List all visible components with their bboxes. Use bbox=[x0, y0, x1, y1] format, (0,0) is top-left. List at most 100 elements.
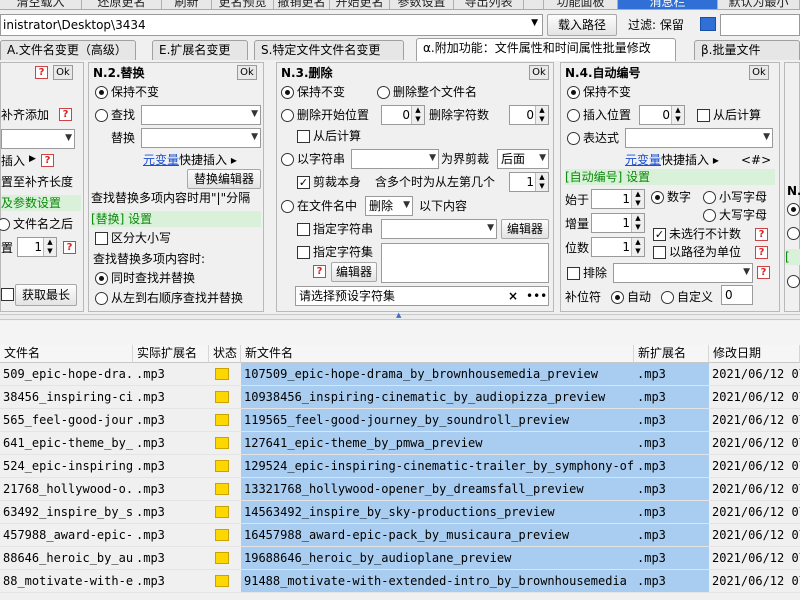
step-spinner[interactable]: 1 ▲ ▼ bbox=[591, 213, 645, 233]
simultaneous-radio[interactable] bbox=[95, 272, 108, 285]
table-row[interactable]: 88646_heroic_by_au....mp319688646_heroic… bbox=[0, 547, 800, 570]
table-row[interactable]: 63492_inspire_by_s....mp314563492_inspir… bbox=[0, 501, 800, 524]
table-row[interactable]: 565_feel-good-jour....mp3119565_feel-goo… bbox=[0, 409, 800, 432]
sequential-radio[interactable] bbox=[95, 292, 108, 305]
boundary-string-combo[interactable]: ▼ bbox=[351, 149, 439, 169]
in-filename-radio[interactable] bbox=[281, 200, 294, 213]
tab-specific-file[interactable]: S.特定文件文件名变更 bbox=[254, 40, 404, 60]
table-row[interactable]: 509_epic-hope-dra....mp3107509_epic-hope… bbox=[0, 363, 800, 386]
meta-variable-link[interactable]: 元变量 bbox=[625, 153, 661, 167]
insert-pos-spinner[interactable]: 0 ▲ ▼ bbox=[639, 105, 685, 125]
help-icon[interactable]: ? bbox=[63, 241, 76, 254]
toolbar-btn-preview[interactable]: 更名预览 bbox=[212, 0, 274, 9]
specific-set-checkbox[interactable] bbox=[297, 246, 310, 259]
toolbar-btn-export[interactable]: 导出列表 bbox=[454, 0, 524, 9]
after-filename-radio[interactable] bbox=[0, 218, 10, 231]
help-icon[interactable]: ? bbox=[35, 66, 48, 79]
ok-button[interactable]: Ok bbox=[237, 65, 257, 80]
help-icon[interactable]: ? bbox=[755, 228, 768, 241]
replace-combo[interactable]: ▼ bbox=[141, 128, 261, 148]
toolbar-btn-message-bar[interactable]: 消息栏 bbox=[618, 0, 718, 9]
toolbar-btn-undo[interactable]: 撤销更名 bbox=[274, 0, 330, 9]
col-header-new-filename[interactable]: 新文件名 bbox=[241, 345, 634, 363]
toolbar-btn-start[interactable]: 开始更名 bbox=[330, 0, 390, 9]
lowercase-radio[interactable] bbox=[703, 191, 716, 204]
splitter[interactable]: ▲ bbox=[0, 311, 800, 320]
more-icon[interactable]: ••• bbox=[526, 288, 547, 304]
multi-spinner[interactable]: 1 ▲ ▼ bbox=[509, 172, 549, 192]
case-sensitive-checkbox[interactable] bbox=[95, 232, 108, 245]
table-row[interactable]: 457988_award-epic-....mp316457988_award-… bbox=[0, 524, 800, 547]
editor-button[interactable]: 编辑器 bbox=[501, 219, 549, 239]
meta-variable-link[interactable]: 元变量 bbox=[143, 153, 179, 167]
help-icon[interactable]: ? bbox=[41, 154, 54, 167]
toolbar-btn-clear-load[interactable]: 清空载入 bbox=[0, 0, 82, 9]
charset-box[interactable] bbox=[381, 243, 549, 283]
right-radio-3[interactable] bbox=[787, 275, 800, 288]
clear-icon[interactable]: × bbox=[508, 288, 518, 304]
right-radio-2[interactable] bbox=[787, 227, 800, 240]
col-header-filename[interactable]: 文件名 bbox=[0, 345, 133, 363]
custom-pad-radio[interactable] bbox=[661, 291, 674, 304]
help-icon[interactable]: ? bbox=[59, 108, 72, 121]
help-icon[interactable]: ? bbox=[757, 266, 770, 279]
tab-batch[interactable]: β.批量文件 bbox=[694, 40, 800, 60]
table-row[interactable]: 88_motivate-with-ex....mp391488_motivate… bbox=[0, 570, 800, 593]
delete-mode-combo[interactable]: 删除 ▼ bbox=[365, 196, 413, 216]
pad-combo[interactable]: ▼ bbox=[1, 129, 75, 149]
expression-combo[interactable]: ▼ bbox=[625, 128, 773, 148]
table-row[interactable]: 524_epic-inspiring-....mp3129524_epic-in… bbox=[0, 455, 800, 478]
delete-whole-radio[interactable] bbox=[377, 86, 390, 99]
custom-pad-input[interactable]: 0 bbox=[721, 285, 753, 305]
cut-self-checkbox[interactable]: ✓ bbox=[297, 176, 310, 189]
help-icon[interactable]: ? bbox=[755, 246, 768, 259]
get-longest-button[interactable]: 获取最长 bbox=[15, 284, 77, 306]
auto-pad-radio[interactable] bbox=[611, 291, 624, 304]
skip-unselected-checkbox[interactable]: ✓ bbox=[653, 228, 666, 241]
right-radio-1[interactable] bbox=[787, 203, 800, 216]
start-spinner[interactable]: 1 ▲ ▼ bbox=[591, 189, 645, 209]
filter-toggle-icon[interactable] bbox=[700, 17, 716, 31]
digits-spinner[interactable]: 1 ▲ ▼ bbox=[591, 237, 645, 257]
tab-extension[interactable]: E.扩展名变更 bbox=[152, 40, 248, 60]
chevron-down-icon[interactable]: ▼ bbox=[531, 18, 538, 28]
preset-charset-input[interactable]: 请选择预设字符集 × ••• bbox=[295, 286, 549, 306]
ok-button[interactable]: Ok bbox=[529, 65, 549, 80]
specific-string-combo[interactable]: ▼ bbox=[381, 219, 497, 239]
by-path-checkbox[interactable] bbox=[653, 246, 666, 259]
replace-editor-button[interactable]: 替换编辑器 bbox=[187, 169, 261, 189]
start-spinner[interactable]: 0 ▲ ▼ bbox=[381, 105, 425, 125]
after-combo[interactable]: 后面 ▼ bbox=[497, 149, 549, 169]
table-row[interactable]: 38456_inspiring-cin....mp310938456_inspi… bbox=[0, 386, 800, 409]
toolbar-btn-settings[interactable]: 参数设置 bbox=[390, 0, 454, 9]
ok-button[interactable]: Ok bbox=[53, 65, 73, 80]
number-radio[interactable] bbox=[651, 191, 664, 204]
keep-radio[interactable] bbox=[95, 86, 108, 99]
col-header-status[interactable]: 状态 bbox=[209, 345, 241, 363]
exclude-combo[interactable]: ▼ bbox=[613, 263, 753, 283]
keep-radio[interactable] bbox=[567, 86, 580, 99]
help-icon[interactable]: ? bbox=[313, 265, 326, 278]
toolbar-btn-restore[interactable]: 还原更名 bbox=[82, 0, 162, 9]
col-header-actual-ext[interactable]: 实际扩展名 bbox=[133, 345, 209, 363]
toolbar-btn-refresh[interactable]: 刷新 bbox=[162, 0, 212, 9]
uppercase-radio[interactable] bbox=[703, 209, 716, 222]
table-row[interactable]: 21768_hollywood-o....mp313321768_hollywo… bbox=[0, 478, 800, 501]
toolbar-btn-function-panel[interactable]: 功能面板 bbox=[544, 0, 618, 9]
count-spinner[interactable]: 0 ▲ ▼ bbox=[509, 105, 549, 125]
charset-editor-button[interactable]: 编辑器 bbox=[331, 262, 377, 282]
toolbar-btn-default-min[interactable]: 默认为最小 bbox=[718, 0, 800, 9]
exclude-checkbox[interactable] bbox=[567, 267, 580, 280]
toolbar-btn-blank[interactable] bbox=[524, 0, 544, 9]
col-header-modified[interactable]: 修改日期 bbox=[709, 345, 800, 363]
pos-spinner[interactable]: 1 ▲ ▼ bbox=[17, 237, 57, 257]
path-input[interactable]: inistrator\Desktop\3434 ▼ bbox=[0, 14, 543, 36]
ok-button[interactable]: Ok bbox=[749, 65, 769, 80]
by-string-radio[interactable] bbox=[281, 153, 294, 166]
col-header-new-ext[interactable]: 新扩展名 bbox=[634, 345, 709, 363]
find-radio[interactable] bbox=[95, 109, 108, 122]
from-end-checkbox[interactable] bbox=[697, 109, 710, 122]
expression-radio[interactable] bbox=[567, 132, 580, 145]
table-row[interactable]: 641_epic-theme_by_....mp3127641_epic-the… bbox=[0, 432, 800, 455]
load-path-button[interactable]: 载入路径 bbox=[547, 14, 617, 36]
